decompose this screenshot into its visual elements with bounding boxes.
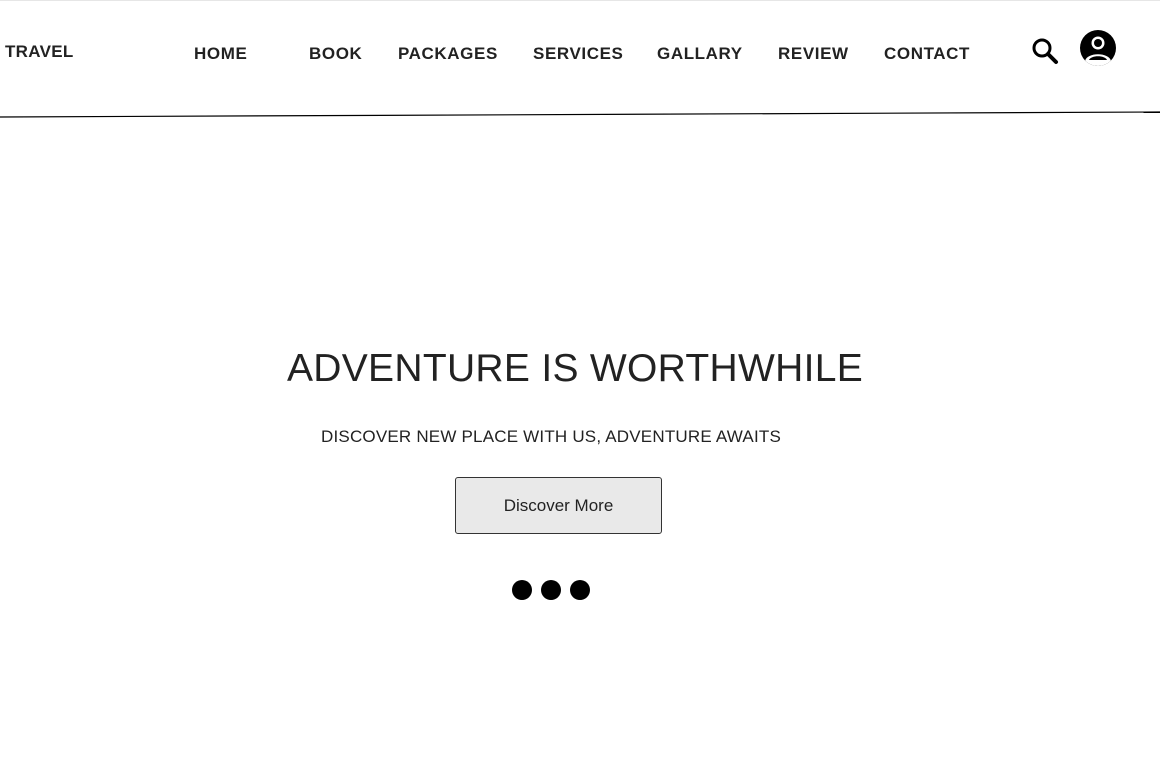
account-circle-icon bbox=[1080, 30, 1116, 66]
nav-book-link[interactable]: BOOK bbox=[309, 44, 362, 64]
hero-subtitle: DISCOVER NEW PLACE WITH US, ADVENTURE AW… bbox=[321, 427, 781, 446]
discover-more-button[interactable]: Discover More bbox=[455, 477, 662, 534]
nav-gallary-link[interactable]: GALLARY bbox=[657, 44, 743, 64]
page: TRAVEL HOME BOOK PACKAGES SERVICES GALLA… bbox=[0, 0, 1160, 763]
header-divider bbox=[0, 111, 1160, 118]
search-button[interactable] bbox=[1030, 36, 1060, 66]
nav-review-link[interactable]: REVIEW bbox=[778, 44, 849, 64]
slider-dot-2[interactable] bbox=[541, 580, 561, 600]
site-header: TRAVEL HOME BOOK PACKAGES SERVICES GALLA… bbox=[0, 0, 1160, 118]
slider-dot-1[interactable] bbox=[512, 580, 532, 600]
slider-dot-3[interactable] bbox=[570, 580, 590, 600]
nav-packages-link[interactable]: PACKAGES bbox=[398, 44, 498, 64]
nav-services-link[interactable]: SERVICES bbox=[533, 44, 623, 64]
search-icon bbox=[1032, 38, 1058, 64]
nav-home-link[interactable]: HOME bbox=[194, 44, 247, 64]
nav-contact-link[interactable]: CONTACT bbox=[884, 44, 970, 64]
account-button[interactable] bbox=[1078, 28, 1118, 68]
hero-title: ADVENTURE IS WORTHWHILE bbox=[286, 347, 864, 390]
site-logo[interactable]: TRAVEL bbox=[5, 42, 74, 62]
